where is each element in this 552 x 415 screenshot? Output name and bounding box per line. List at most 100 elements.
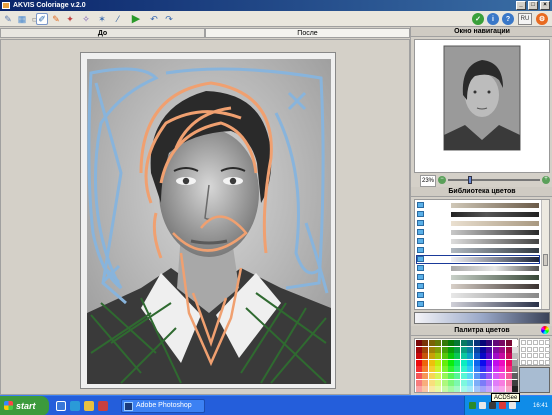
color-wheel-icon[interactable] xyxy=(541,326,549,334)
recent-color-slot[interactable] xyxy=(527,353,532,358)
palette-swatch[interactable] xyxy=(460,373,467,379)
palette-swatch[interactable] xyxy=(435,386,442,393)
palette-swatch[interactable] xyxy=(428,340,435,346)
tray-volume-icon[interactable] xyxy=(509,402,516,409)
palette-swatch[interactable] xyxy=(499,340,506,346)
recent-color-slot[interactable] xyxy=(545,353,550,358)
palette-swatch[interactable] xyxy=(428,346,435,353)
palette-swatch[interactable] xyxy=(448,353,454,360)
palette-swatch[interactable] xyxy=(492,379,499,386)
palette-swatch[interactable] xyxy=(512,379,518,386)
library-row[interactable] xyxy=(417,238,539,245)
recent-color-slot[interactable] xyxy=(539,353,544,358)
color-brush-icon[interactable]: ✎ xyxy=(50,13,62,25)
desktop-icon[interactable] xyxy=(56,401,66,411)
palette-swatch[interactable] xyxy=(460,346,467,353)
palette-swatch[interactable] xyxy=(486,340,493,346)
palette-swatch[interactable] xyxy=(473,353,480,360)
palette-swatch[interactable] xyxy=(505,366,512,373)
palette-swatch[interactable] xyxy=(435,366,442,373)
palette-swatch[interactable] xyxy=(492,373,499,379)
palette-swatch[interactable] xyxy=(505,379,512,386)
magic-eraser-icon[interactable]: ✧ xyxy=(80,13,92,25)
browser-icon[interactable] xyxy=(70,401,80,411)
tab-before[interactable]: До xyxy=(0,28,205,38)
palette-swatch[interactable] xyxy=(416,373,422,379)
recent-color-slot[interactable] xyxy=(527,359,532,365)
portrait-photo[interactable] xyxy=(80,52,336,389)
info-icon[interactable]: i xyxy=(487,13,499,25)
palette-swatch[interactable] xyxy=(460,359,467,366)
palette-swatch[interactable] xyxy=(416,346,422,353)
palette-swatch[interactable] xyxy=(512,386,518,393)
library-row[interactable] xyxy=(417,301,539,308)
palette-swatch[interactable] xyxy=(422,346,429,353)
recent-color-slot[interactable] xyxy=(521,353,526,358)
palette-swatch[interactable] xyxy=(454,346,461,353)
undo-icon[interactable]: ↶ xyxy=(148,13,160,25)
palette-swatch[interactable] xyxy=(460,386,467,393)
palette-swatch[interactable] xyxy=(428,366,435,373)
library-row[interactable] xyxy=(417,247,539,254)
color-palette[interactable] xyxy=(414,338,518,393)
palette-swatch[interactable] xyxy=(499,359,506,366)
tray-app-icon[interactable] xyxy=(479,402,486,409)
media-icon[interactable] xyxy=(98,401,108,411)
recent-color-slot[interactable] xyxy=(527,346,532,352)
palette-swatch[interactable] xyxy=(480,379,486,386)
recent-color-slot[interactable] xyxy=(539,346,544,352)
palette-swatch[interactable] xyxy=(435,340,442,346)
language-button[interactable]: RU xyxy=(518,13,532,25)
palette-swatch[interactable] xyxy=(422,340,429,346)
palette-swatch[interactable] xyxy=(467,366,474,373)
run-icon[interactable]: ▶ xyxy=(130,13,142,25)
palette-swatch[interactable] xyxy=(460,353,467,360)
palette-swatch[interactable] xyxy=(448,340,454,346)
start-button[interactable]: start xyxy=(0,396,49,415)
palette-swatch[interactable] xyxy=(492,366,499,373)
palette-swatch[interactable] xyxy=(460,379,467,386)
palette-swatch[interactable] xyxy=(416,386,422,393)
brush-icon[interactable]: ✐ xyxy=(36,13,48,25)
recent-color-slot[interactable] xyxy=(545,340,550,345)
palette-swatch[interactable] xyxy=(467,359,474,366)
recent-color-slot[interactable] xyxy=(521,340,526,345)
recent-color-slot[interactable] xyxy=(539,340,544,345)
palette-swatch[interactable] xyxy=(448,366,454,373)
palette-swatch[interactable] xyxy=(499,346,506,353)
recent-color-slot[interactable] xyxy=(533,359,538,365)
zoom-out-button[interactable]: − xyxy=(438,176,446,184)
magic-brush-icon[interactable]: ✦ xyxy=(64,13,76,25)
palette-swatch[interactable] xyxy=(505,386,512,393)
apply-icon[interactable]: ✓ xyxy=(472,13,484,25)
recent-color-slot[interactable] xyxy=(545,346,550,352)
recent-color-slot[interactable] xyxy=(533,346,538,352)
palette-swatch[interactable] xyxy=(499,373,506,379)
palette-swatch[interactable] xyxy=(428,373,435,379)
maximize-button[interactable]: □ xyxy=(528,1,538,10)
palette-swatch[interactable] xyxy=(467,386,474,393)
palette-swatch[interactable] xyxy=(473,366,480,373)
palette-swatch[interactable] xyxy=(454,379,461,386)
palette-swatch[interactable] xyxy=(480,346,486,353)
palette-swatch[interactable] xyxy=(492,346,499,353)
library-row[interactable] xyxy=(417,202,539,209)
palette-swatch[interactable] xyxy=(422,366,429,373)
palette-swatch[interactable] xyxy=(486,379,493,386)
recent-color-slot[interactable] xyxy=(545,359,550,365)
tab-after[interactable]: После xyxy=(205,28,410,38)
palette-swatch[interactable] xyxy=(416,359,422,366)
palette-swatch[interactable] xyxy=(460,366,467,373)
palette-swatch[interactable] xyxy=(435,353,442,360)
palette-swatch[interactable] xyxy=(428,353,435,360)
folder-icon[interactable] xyxy=(84,401,94,411)
palette-swatch[interactable] xyxy=(441,386,448,393)
pipette-icon[interactable]: ⁄ xyxy=(112,13,124,25)
palette-swatch[interactable] xyxy=(416,379,422,386)
palette-swatch[interactable] xyxy=(435,346,442,353)
palette-swatch[interactable] xyxy=(512,353,518,360)
recent-color-slot[interactable] xyxy=(521,346,526,352)
pencil-icon[interactable]: ✎ xyxy=(2,13,14,25)
palette-swatch[interactable] xyxy=(480,353,486,360)
palette-swatch[interactable] xyxy=(480,340,486,346)
